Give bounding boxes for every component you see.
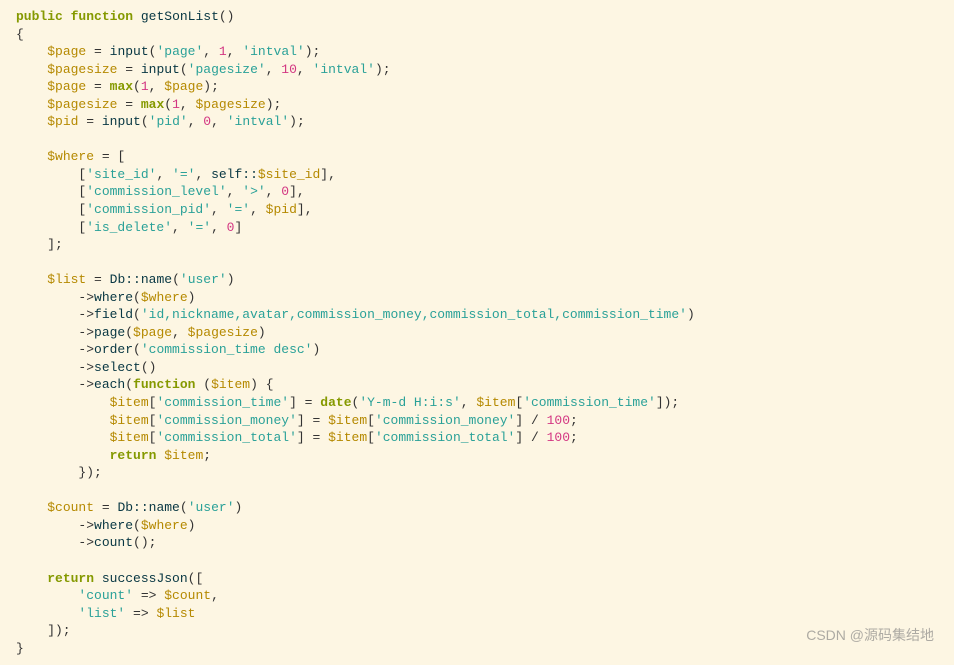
code-line: $page = max(1, $page); [16, 78, 938, 96]
code-line: ]; [16, 236, 938, 254]
code-line: ->count(); [16, 534, 938, 552]
code-line: ['commission_pid', '=', $pid], [16, 201, 938, 219]
code-line [16, 131, 938, 149]
code-line: ->select() [16, 359, 938, 377]
code-line: $item['commission_total'] = $item['commi… [16, 429, 938, 447]
code-line [16, 254, 938, 272]
code-line: return successJson([ [16, 570, 938, 588]
code-line: ]); [16, 622, 938, 640]
code-line: $item['commission_time'] = date('Y-m-d H… [16, 394, 938, 412]
code-line [16, 552, 938, 570]
code-line: $pagesize = max(1, $pagesize); [16, 96, 938, 114]
code-block: public function getSonList() { $page = i… [16, 8, 938, 657]
code-line: }); [16, 464, 938, 482]
code-line: $count = Db::name('user') [16, 499, 938, 517]
code-line: ->each(function ($item) { [16, 376, 938, 394]
code-line: ['is_delete', '=', 0] [16, 219, 938, 237]
code-line: $pid = input('pid', 0, 'intval'); [16, 113, 938, 131]
code-line: ->page($page, $pagesize) [16, 324, 938, 342]
code-line: 'list' => $list [16, 605, 938, 623]
code-line: return $item; [16, 447, 938, 465]
code-line: public function getSonList() [16, 8, 938, 26]
code-line: ->field('id,nickname,avatar,commission_m… [16, 306, 938, 324]
code-line: $item['commission_money'] = $item['commi… [16, 412, 938, 430]
code-line: ->where($where) [16, 517, 938, 535]
code-line [16, 482, 938, 500]
code-line: { [16, 26, 938, 44]
code-line: ->where($where) [16, 289, 938, 307]
code-line: $pagesize = input('pagesize', 10, 'intva… [16, 61, 938, 79]
code-line: $where = [ [16, 148, 938, 166]
code-line: $list = Db::name('user') [16, 271, 938, 289]
code-line: 'count' => $count, [16, 587, 938, 605]
code-line: ->order('commission_time desc') [16, 341, 938, 359]
code-line: } [16, 640, 938, 658]
code-line: ['commission_level', '>', 0], [16, 183, 938, 201]
code-line: ['site_id', '=', self::$site_id], [16, 166, 938, 184]
code-line: $page = input('page', 1, 'intval'); [16, 43, 938, 61]
